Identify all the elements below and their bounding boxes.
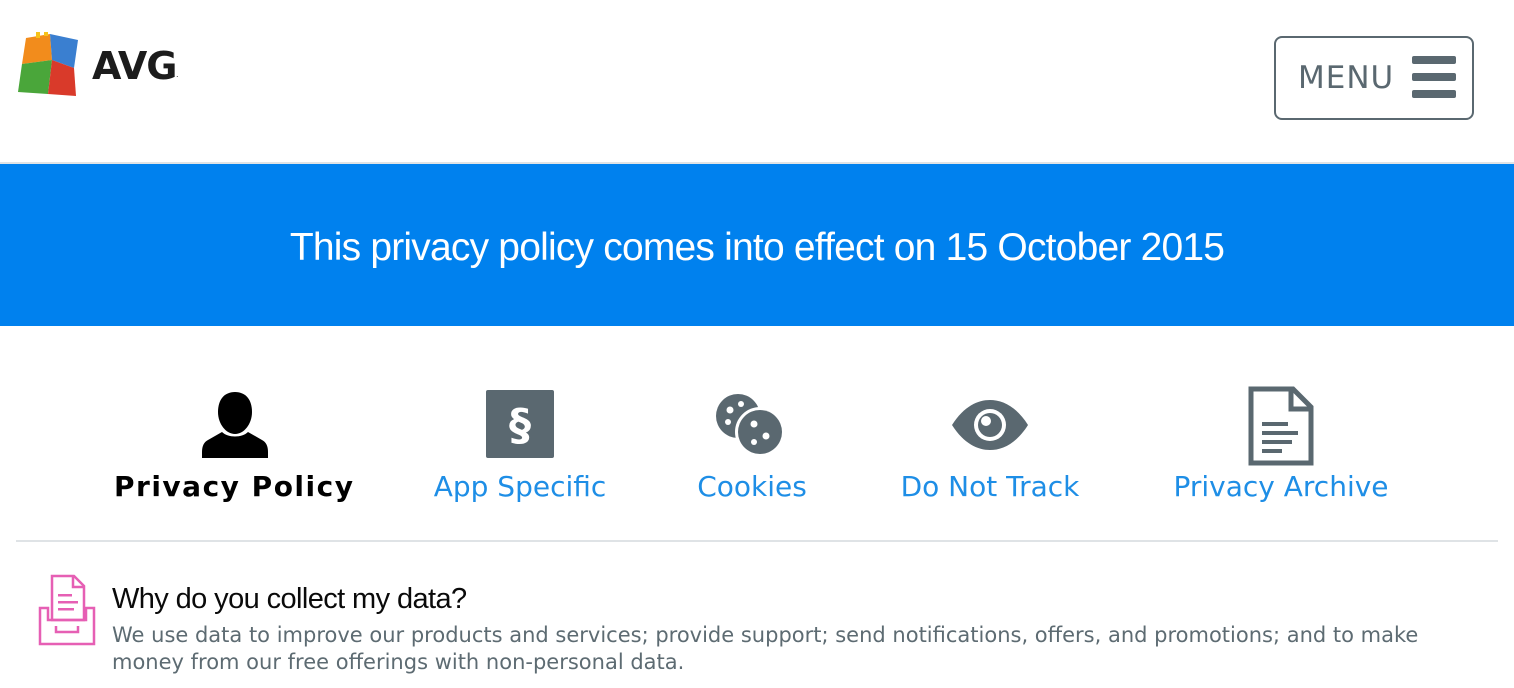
logo-wordmark: AVG xyxy=(92,44,177,88)
nav-item-privacy-policy[interactable]: Privacy Policy xyxy=(114,330,354,530)
nav-item-do-not-track[interactable]: Do Not Track xyxy=(890,330,1090,530)
info-title: Why do you collect my data? xyxy=(112,583,467,615)
svg-text:§: § xyxy=(509,400,531,451)
person-icon xyxy=(202,392,268,458)
nav-label: Do Not Track xyxy=(900,470,1080,503)
hamburger-icon xyxy=(1412,56,1456,98)
document-icon xyxy=(1248,386,1314,466)
nav-label: Cookies xyxy=(697,470,807,503)
site-header: AVG . MENU xyxy=(0,0,1514,164)
nav-label: App Specific xyxy=(433,470,607,503)
section-icon: § xyxy=(486,390,554,458)
avg-logo[interactable]: AVG . xyxy=(16,30,186,102)
menu-label: MENU xyxy=(1298,60,1395,96)
avg-logo-mark-icon xyxy=(18,32,78,96)
effective-date-banner: This privacy policy comes into effect on… xyxy=(0,164,1514,326)
info-body: We use data to improve our products and … xyxy=(112,623,1419,674)
nav-label: Privacy Archive xyxy=(1173,470,1389,503)
inbox-document-icon xyxy=(38,574,96,646)
section-divider xyxy=(16,540,1498,542)
nav-item-privacy-archive[interactable]: Privacy Archive xyxy=(1166,330,1396,530)
menu-button[interactable]: MENU xyxy=(1274,36,1474,120)
banner-text: This privacy policy comes into effect on… xyxy=(289,225,1225,269)
eye-icon xyxy=(952,400,1028,450)
nav-item-app-specific[interactable]: § App Specific xyxy=(420,330,620,530)
nav-item-cookies[interactable]: Cookies xyxy=(680,330,824,530)
cookie-icon xyxy=(716,394,785,457)
logo-trademark: . xyxy=(176,70,179,79)
policy-nav: Privacy Policy § App Specific Cookies Do… xyxy=(0,330,1514,542)
nav-label: Privacy Policy xyxy=(114,470,355,503)
